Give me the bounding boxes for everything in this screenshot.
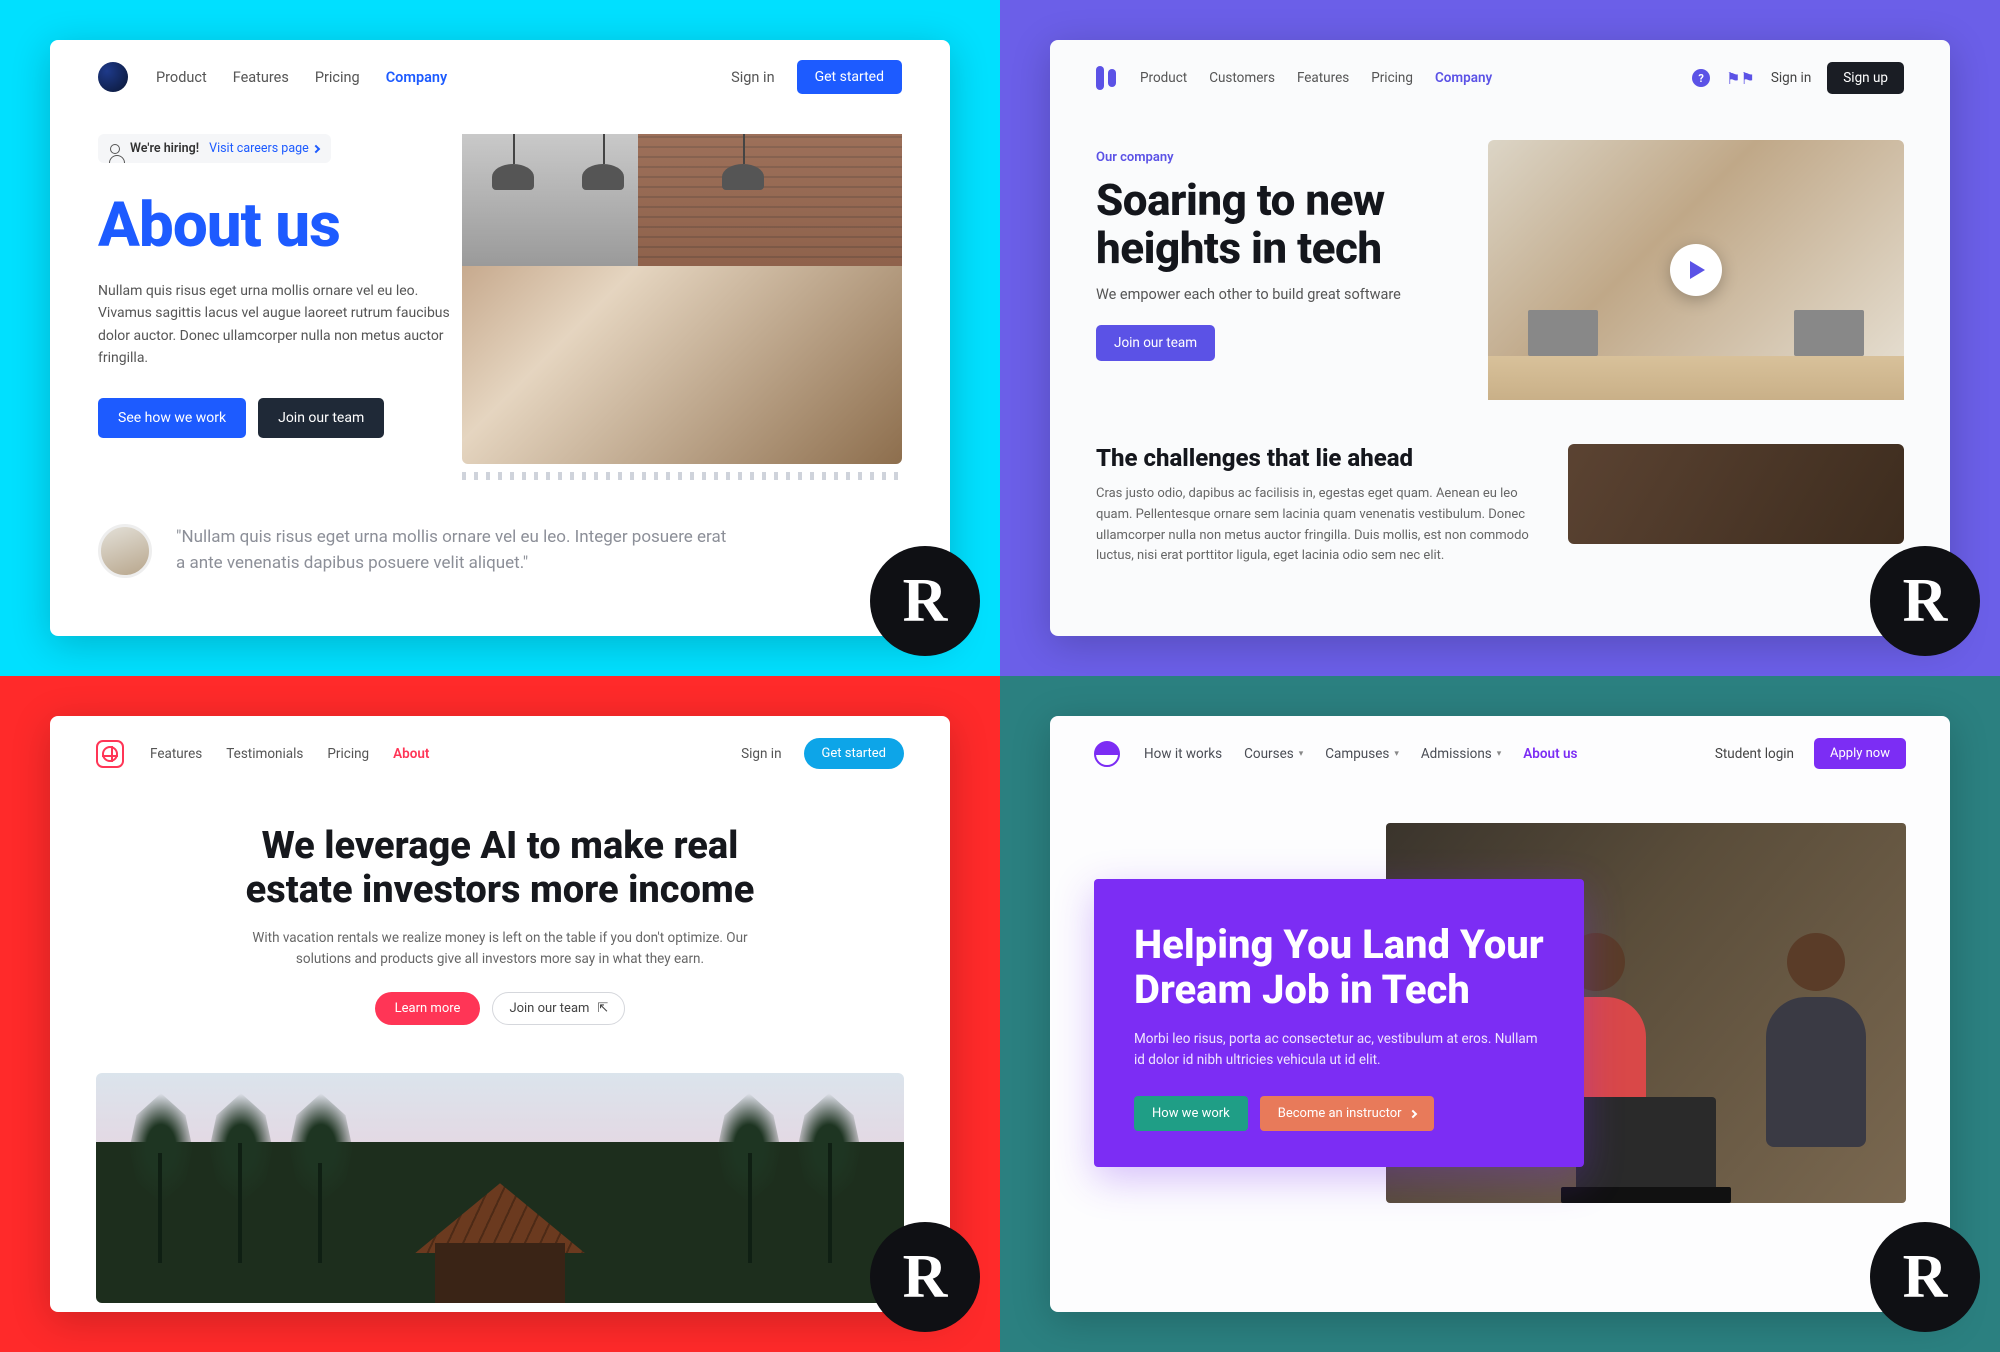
- main-nav: How it works Courses▾ Campuses▾ Admissio…: [1144, 746, 1577, 762]
- section-image: [1568, 444, 1904, 544]
- testimonial: "Nullam quis risus eget urna mollis orna…: [50, 484, 950, 578]
- nav-features[interactable]: Features: [1297, 70, 1349, 86]
- nav-testimonials[interactable]: Testimonials: [226, 746, 303, 762]
- main-nav: Features Testimonials Pricing About: [150, 746, 429, 762]
- nav-campuses[interactable]: Campuses▾: [1325, 746, 1399, 762]
- people-icon[interactable]: ⚑⚑: [1726, 69, 1755, 88]
- chevron-down-icon: ▾: [1299, 749, 1304, 759]
- header: How it works Courses▾ Campuses▾ Admissio…: [1050, 716, 1950, 791]
- main-nav: Product Customers Features Pricing Compa…: [1140, 70, 1492, 86]
- r-badge: R: [1870, 546, 1980, 656]
- hero-video[interactable]: [1488, 140, 1904, 400]
- get-started-button[interactable]: Get started: [797, 60, 902, 94]
- get-started-button[interactable]: Get started: [804, 738, 904, 769]
- main-nav: Product Features Pricing Company: [156, 69, 447, 86]
- logo-icon[interactable]: [1096, 66, 1116, 90]
- signin-link[interactable]: Sign in: [1771, 70, 1811, 86]
- page-title: Helping You Land Your Dream Job in Tech: [1134, 923, 1544, 1013]
- logo-icon[interactable]: [96, 740, 124, 768]
- nav-pricing[interactable]: Pricing: [315, 69, 360, 86]
- chevron-right-icon: [1408, 1110, 1416, 1118]
- page-title: Soaring to new heights in tech: [1096, 177, 1452, 272]
- student-login-link[interactable]: Student login: [1715, 746, 1794, 762]
- page-title: We leverage AI to make real estate inves…: [220, 825, 780, 912]
- carousel-dots[interactable]: [462, 472, 902, 480]
- hiring-banner[interactable]: We're hiring! Visit careers page: [98, 134, 331, 163]
- signup-button[interactable]: Sign up: [1827, 62, 1904, 94]
- section-body: Cras justo odio, dapibus ac facilisis in…: [1096, 484, 1532, 567]
- quote-text: "Nullam quis risus eget urna mollis orna…: [176, 524, 736, 577]
- signin-link[interactable]: Sign in: [741, 746, 781, 762]
- logo-icon[interactable]: [1094, 741, 1120, 767]
- how-we-work-button[interactable]: How we work: [1134, 1096, 1248, 1131]
- nav-company[interactable]: Company: [386, 69, 448, 86]
- signin-link[interactable]: Sign in: [731, 69, 774, 86]
- nav-company[interactable]: Company: [1435, 70, 1492, 86]
- nav-features[interactable]: Features: [233, 69, 289, 86]
- nav-admissions[interactable]: Admissions▾: [1421, 746, 1501, 762]
- intro-body: Nullam quis risus eget urna mollis ornar…: [98, 280, 452, 370]
- person-icon: [110, 144, 120, 154]
- nav-how-it-works[interactable]: How it works: [1144, 746, 1222, 762]
- see-how-button[interactable]: See how we work: [98, 398, 246, 438]
- about-us-card: Product Features Pricing Company Sign in…: [50, 40, 950, 636]
- hero-image: [96, 1073, 904, 1303]
- page-title: About us: [98, 189, 452, 262]
- header: Features Testimonials Pricing About Sign…: [50, 716, 950, 791]
- chevron-right-icon: [312, 144, 320, 152]
- nav-customers[interactable]: Customers: [1209, 70, 1275, 86]
- header: Product Customers Features Pricing Compa…: [1050, 40, 1950, 116]
- r-badge: R: [870, 1222, 980, 1332]
- nav-product[interactable]: Product: [156, 69, 207, 86]
- r-badge: R: [870, 546, 980, 656]
- play-icon[interactable]: [1670, 244, 1722, 296]
- join-team-button[interactable]: Join our team: [258, 398, 384, 438]
- avatar: [98, 524, 152, 578]
- intro-body: Morbi leo risus, porta ac consectetur ac…: [1134, 1029, 1544, 1071]
- join-team-button[interactable]: Join our team ⇱: [492, 992, 625, 1025]
- intro-body: With vacation rentals we realize money i…: [240, 928, 760, 970]
- nav-courses[interactable]: Courses▾: [1244, 746, 1303, 762]
- r-badge: R: [1870, 1222, 1980, 1332]
- hero-card: Helping You Land Your Dream Job in Tech …: [1094, 879, 1584, 1167]
- external-link-icon: ⇱: [597, 1001, 608, 1016]
- eyebrow: Our company: [1096, 150, 1452, 165]
- apply-now-button[interactable]: Apply now: [1814, 738, 1906, 769]
- become-instructor-button[interactable]: Become an instructor: [1260, 1096, 1434, 1131]
- chevron-down-icon: ▾: [1497, 749, 1502, 759]
- chevron-down-icon: ▾: [1394, 749, 1399, 759]
- logo-icon[interactable]: [98, 62, 128, 92]
- hero-image: [462, 134, 902, 464]
- nav-about[interactable]: About: [393, 746, 429, 762]
- careers-link[interactable]: Visit careers page: [209, 141, 319, 156]
- nav-pricing[interactable]: Pricing: [1371, 70, 1413, 86]
- soaring-card: Product Customers Features Pricing Compa…: [1050, 40, 1950, 636]
- real-estate-card: Features Testimonials Pricing About Sign…: [50, 716, 950, 1312]
- help-icon[interactable]: ?: [1692, 69, 1710, 87]
- section-title: The challenges that lie ahead: [1096, 444, 1532, 472]
- subtitle: We empower each other to build great sof…: [1096, 286, 1452, 303]
- learn-more-button[interactable]: Learn more: [375, 992, 481, 1025]
- cabin-icon: [415, 1183, 585, 1303]
- nav-pricing[interactable]: Pricing: [327, 746, 369, 762]
- nav-product[interactable]: Product: [1140, 70, 1187, 86]
- nav-features[interactable]: Features: [150, 746, 202, 762]
- join-team-button[interactable]: Join our team: [1096, 325, 1215, 361]
- hiring-label: We're hiring!: [130, 141, 199, 156]
- header: Product Features Pricing Company Sign in…: [50, 40, 950, 114]
- nav-about-us[interactable]: About us: [1523, 746, 1577, 762]
- dream-job-card: How it works Courses▾ Campuses▾ Admissio…: [1050, 716, 1950, 1312]
